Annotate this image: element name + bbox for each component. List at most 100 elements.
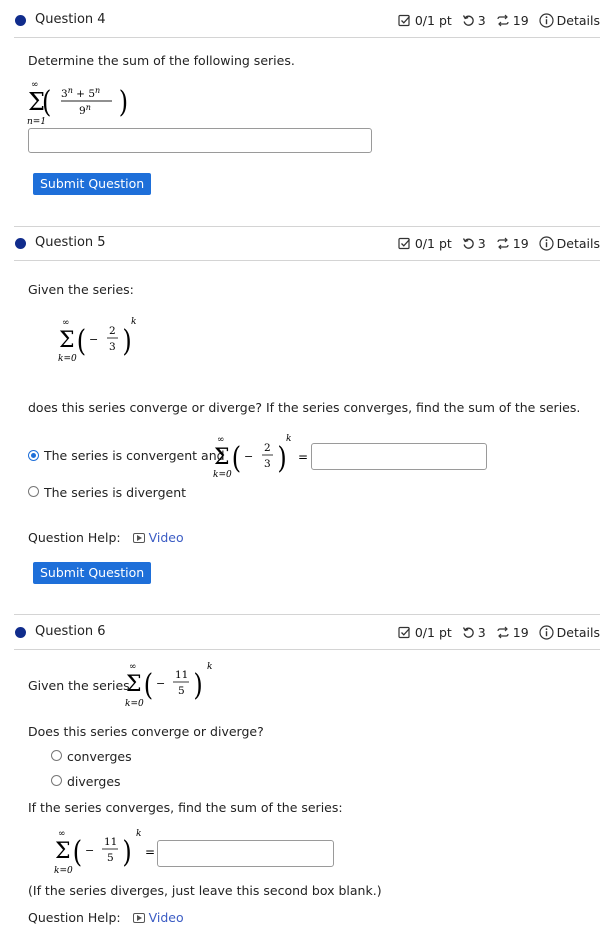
attempts-count: 19 <box>512 13 529 28</box>
question-help-label: Question Help: <box>28 530 121 545</box>
converges-radio[interactable] <box>51 750 62 761</box>
svg-text:k=0: k=0 <box>58 354 77 364</box>
series-formula: ∞ Σ n=1 ( 3n + 5n 9n ) <box>27 80 128 127</box>
details-label: Details <box>556 625 600 640</box>
submit-question-button[interactable]: Submit Question <box>33 562 152 584</box>
video-icon <box>132 913 145 923</box>
info-icon <box>539 13 554 28</box>
svg-text:): ) <box>119 85 128 119</box>
details-button[interactable]: Details <box>539 625 600 640</box>
svg-text:(: ( <box>77 324 86 358</box>
details-label: Details <box>556 236 600 251</box>
score-text: 0/1 pt <box>414 13 452 28</box>
svg-text:k: k <box>286 434 291 444</box>
series-formula: ∞ Σ k=0 ( − 2 3 ) k = <box>213 434 308 480</box>
attempts-count: 19 <box>512 625 529 640</box>
divider <box>14 37 600 38</box>
svg-text:(: ( <box>144 668 153 702</box>
info-icon <box>539 236 554 251</box>
video-link-label: Video <box>148 910 184 925</box>
svg-text:5: 5 <box>107 852 114 864</box>
svg-text:k: k <box>136 829 141 839</box>
svg-text:Σ: Σ <box>214 445 230 470</box>
retries-count: 3 <box>477 236 486 251</box>
series-formula: ∞ Σ k=0 ( − 11 5 ) k <box>125 662 212 709</box>
svg-text:(: ( <box>232 441 241 475</box>
question-6-text: Does this series converge or diverge? <box>28 724 264 739</box>
divider <box>14 260 600 261</box>
video-link[interactable]: Video <box>132 530 184 545</box>
attempts-icon <box>496 626 510 639</box>
svg-text:9n: 9n <box>79 103 91 117</box>
question-bullet <box>15 238 26 249</box>
svg-text:k: k <box>207 662 212 672</box>
divergent-option-label: The series is divergent <box>44 485 187 500</box>
convergent-radio[interactable] <box>28 450 39 461</box>
question-6-title: Question 6 <box>35 624 106 639</box>
score-text: 0/1 pt <box>414 236 452 251</box>
svg-text:=: = <box>298 450 308 464</box>
svg-text:Σ: Σ <box>126 672 142 697</box>
question-4-meta: 0/1 pt 3 19 Details <box>398 13 600 28</box>
svg-text:∞: ∞ <box>129 662 137 672</box>
divider <box>14 614 600 615</box>
retries-count: 3 <box>477 13 486 28</box>
answer-input[interactable] <box>157 840 334 867</box>
svg-text:−: − <box>244 450 253 463</box>
svg-text:): ) <box>193 668 202 702</box>
svg-text:∞: ∞ <box>62 318 70 328</box>
retry-icon <box>462 14 475 27</box>
diverges-radio[interactable] <box>51 775 62 786</box>
question-bullet <box>15 627 26 638</box>
answer-input[interactable] <box>311 443 487 470</box>
svg-text:3: 3 <box>264 458 271 470</box>
check-square-icon <box>398 14 411 27</box>
svg-text:Σ: Σ <box>59 328 75 353</box>
question-5-given: Given the series: <box>28 282 134 297</box>
attempts-count: 19 <box>512 236 529 251</box>
svg-text:−: − <box>89 333 98 346</box>
divider <box>14 649 600 650</box>
convergent-option-label: The series is convergent and <box>44 448 225 463</box>
series-formula: ∞ Σ k=0 ( − 11 5 ) k = <box>54 829 155 876</box>
svg-text:(: ( <box>42 85 51 119</box>
series-formula: ∞ Σ k=0 ( − 2 3 ) k <box>58 317 136 364</box>
svg-text:): ) <box>122 835 131 869</box>
question-4-title: Question 4 <box>35 12 106 27</box>
svg-text:−: − <box>156 677 165 690</box>
converges-option-label: converges <box>67 749 132 764</box>
diverges-option-label: diverges <box>67 774 121 789</box>
svg-text:Σ: Σ <box>55 839 71 864</box>
svg-text:): ) <box>277 441 286 475</box>
svg-text:−: − <box>85 844 94 857</box>
svg-text:k=0: k=0 <box>213 470 232 480</box>
video-link-label: Video <box>148 530 184 545</box>
svg-text:11: 11 <box>104 836 117 848</box>
attempts-icon <box>496 237 510 250</box>
svg-text:(: ( <box>73 835 82 869</box>
question-5-meta: 0/1 pt 3 19 Details <box>398 236 600 251</box>
svg-text:k=0: k=0 <box>54 866 73 876</box>
svg-text:k: k <box>131 317 136 327</box>
retry-icon <box>462 237 475 250</box>
details-label: Details <box>556 13 600 28</box>
svg-text:k=0: k=0 <box>125 699 144 709</box>
svg-text:=: = <box>145 845 155 859</box>
submit-question-button[interactable]: Submit Question <box>33 173 152 195</box>
score-text: 0/1 pt <box>414 625 452 640</box>
svg-text:3: 3 <box>109 341 116 353</box>
question-help: Question Help: Video <box>28 530 184 545</box>
question-5-title: Question 5 <box>35 235 106 250</box>
attempts-icon <box>496 14 510 27</box>
sum-prompt: If the series converges, find the sum of… <box>28 800 343 815</box>
retry-icon <box>462 626 475 639</box>
check-square-icon <box>398 237 411 250</box>
details-button[interactable]: Details <box>539 13 600 28</box>
svg-text:∞: ∞ <box>217 435 225 445</box>
answer-input[interactable] <box>28 128 372 153</box>
video-link[interactable]: Video <box>132 910 184 925</box>
divergent-radio[interactable] <box>28 486 39 497</box>
details-button[interactable]: Details <box>539 236 600 251</box>
question-4-prompt: Determine the sum of the following serie… <box>28 53 295 68</box>
question-5-text: does this series converge or diverge? If… <box>28 400 581 415</box>
